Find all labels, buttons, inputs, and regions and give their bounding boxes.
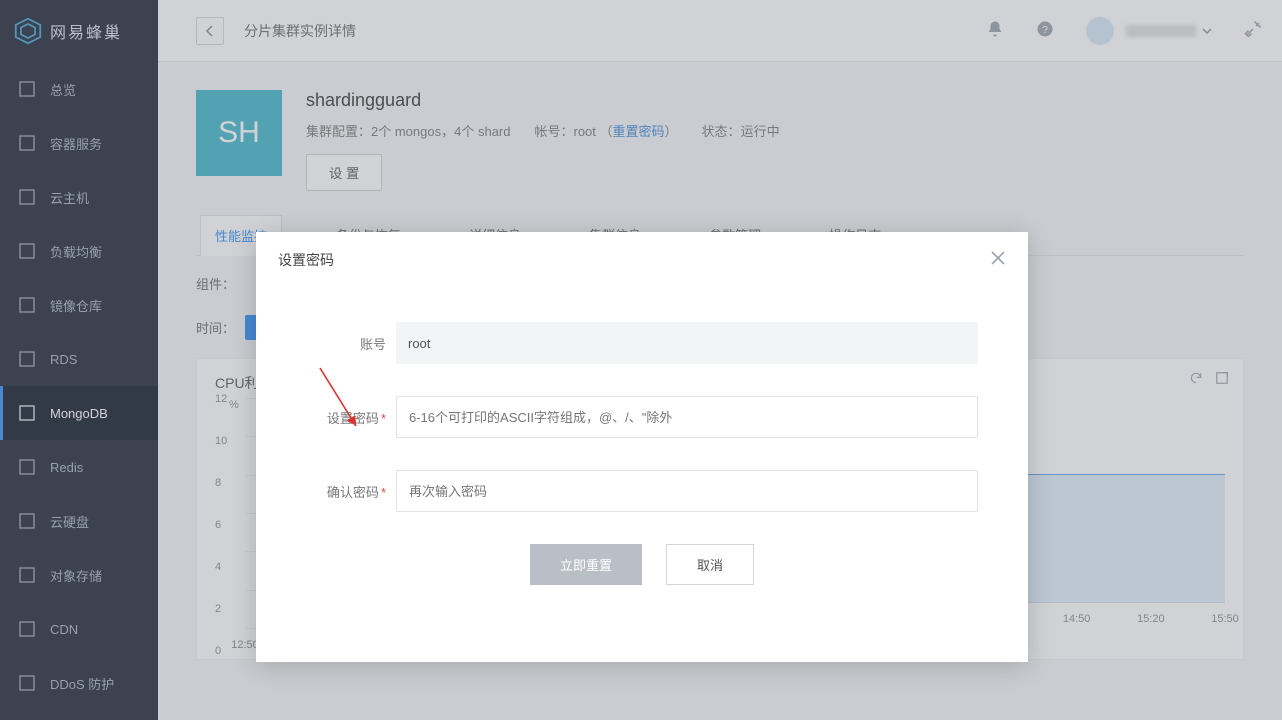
cancel-button[interactable]: 取消 xyxy=(666,544,754,585)
reset-password-modal: 设置密码 账号 root 设置密码* 确认密码* 立即重置 取消 xyxy=(256,232,1028,662)
close-icon[interactable] xyxy=(990,250,1006,271)
confirm-label: 确认密码* xyxy=(306,482,386,501)
account-value: root xyxy=(396,322,978,364)
password-label: 设置密码* xyxy=(306,408,386,427)
account-label: 账号 xyxy=(306,334,386,353)
submit-button[interactable]: 立即重置 xyxy=(530,544,642,585)
modal-title: 设置密码 xyxy=(278,250,334,270)
confirm-input[interactable] xyxy=(396,470,978,512)
password-input[interactable] xyxy=(396,396,978,438)
